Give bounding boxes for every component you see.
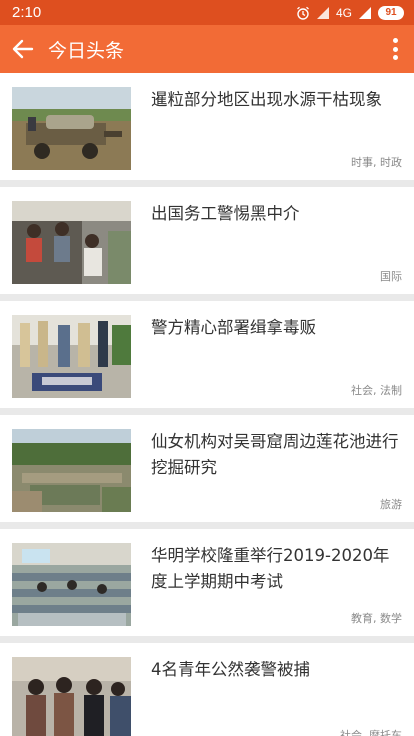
back-button[interactable] — [8, 34, 38, 64]
police-drug-bust-photo — [12, 315, 131, 398]
news-tags: 旅游 — [380, 498, 402, 511]
news-title: 华明学校隆重举行2019-2020年度上学期期中考试 — [151, 546, 390, 591]
news-tags: 国际 — [380, 270, 402, 283]
more-options-button[interactable] — [388, 36, 402, 62]
status-bar: 2:10 4G 91 — [0, 0, 414, 25]
news-title: 4名青年公然袭警被捕 — [151, 660, 310, 679]
news-item[interactable]: 出国务工警惕黑中介 国际 — [0, 187, 414, 294]
arrested-youths-photo — [12, 657, 131, 736]
news-title: 出国务工警惕黑中介 — [151, 204, 300, 223]
news-item[interactable]: 暹粒部分地区出现水源干枯现象 时事, 时政 — [0, 73, 414, 180]
news-item[interactable]: 4名青年公然袭警被捕 社会, 摩托车 — [0, 643, 414, 736]
news-tags: 社会, 摩托车 — [340, 729, 402, 736]
status-icons: 4G 91 — [296, 5, 404, 20]
exam-classroom-photo — [12, 543, 131, 626]
news-tags: 教育, 数学 — [351, 612, 402, 625]
app-bar: 今日头条 — [0, 25, 414, 73]
news-title: 仙女机构对吴哥窟周边莲花池进行挖掘研究 — [151, 432, 399, 477]
workers-truck-photo — [12, 201, 131, 284]
more-vertical-icon — [392, 38, 398, 43]
news-item[interactable]: 华明学校隆重举行2019-2020年度上学期期中考试 教育, 数学 — [0, 529, 414, 636]
signal-icon — [358, 6, 372, 20]
status-time: 2:10 — [12, 4, 42, 21]
news-item[interactable]: 警方精心部署缉拿毒贩 社会, 法制 — [0, 301, 414, 408]
excavation-site-photo — [12, 429, 131, 512]
news-tags: 社会, 法制 — [351, 384, 402, 397]
news-tags: 时事, 时政 — [351, 156, 402, 169]
news-title: 暹粒部分地区出现水源干枯现象 — [151, 90, 382, 109]
network-type: 4G — [335, 5, 352, 20]
news-title: 警方精心部署缉拿毒贩 — [151, 318, 316, 337]
page-title: 今日头条 — [48, 39, 125, 62]
arrow-left-icon — [12, 39, 34, 59]
alarm-icon — [296, 6, 310, 20]
water-truck-photo — [12, 87, 131, 170]
battery-icon: 91 — [378, 5, 404, 20]
hd-signal-icon — [316, 6, 330, 20]
news-item[interactable]: 仙女机构对吴哥窟周边莲花池进行挖掘研究 旅游 — [0, 415, 414, 522]
